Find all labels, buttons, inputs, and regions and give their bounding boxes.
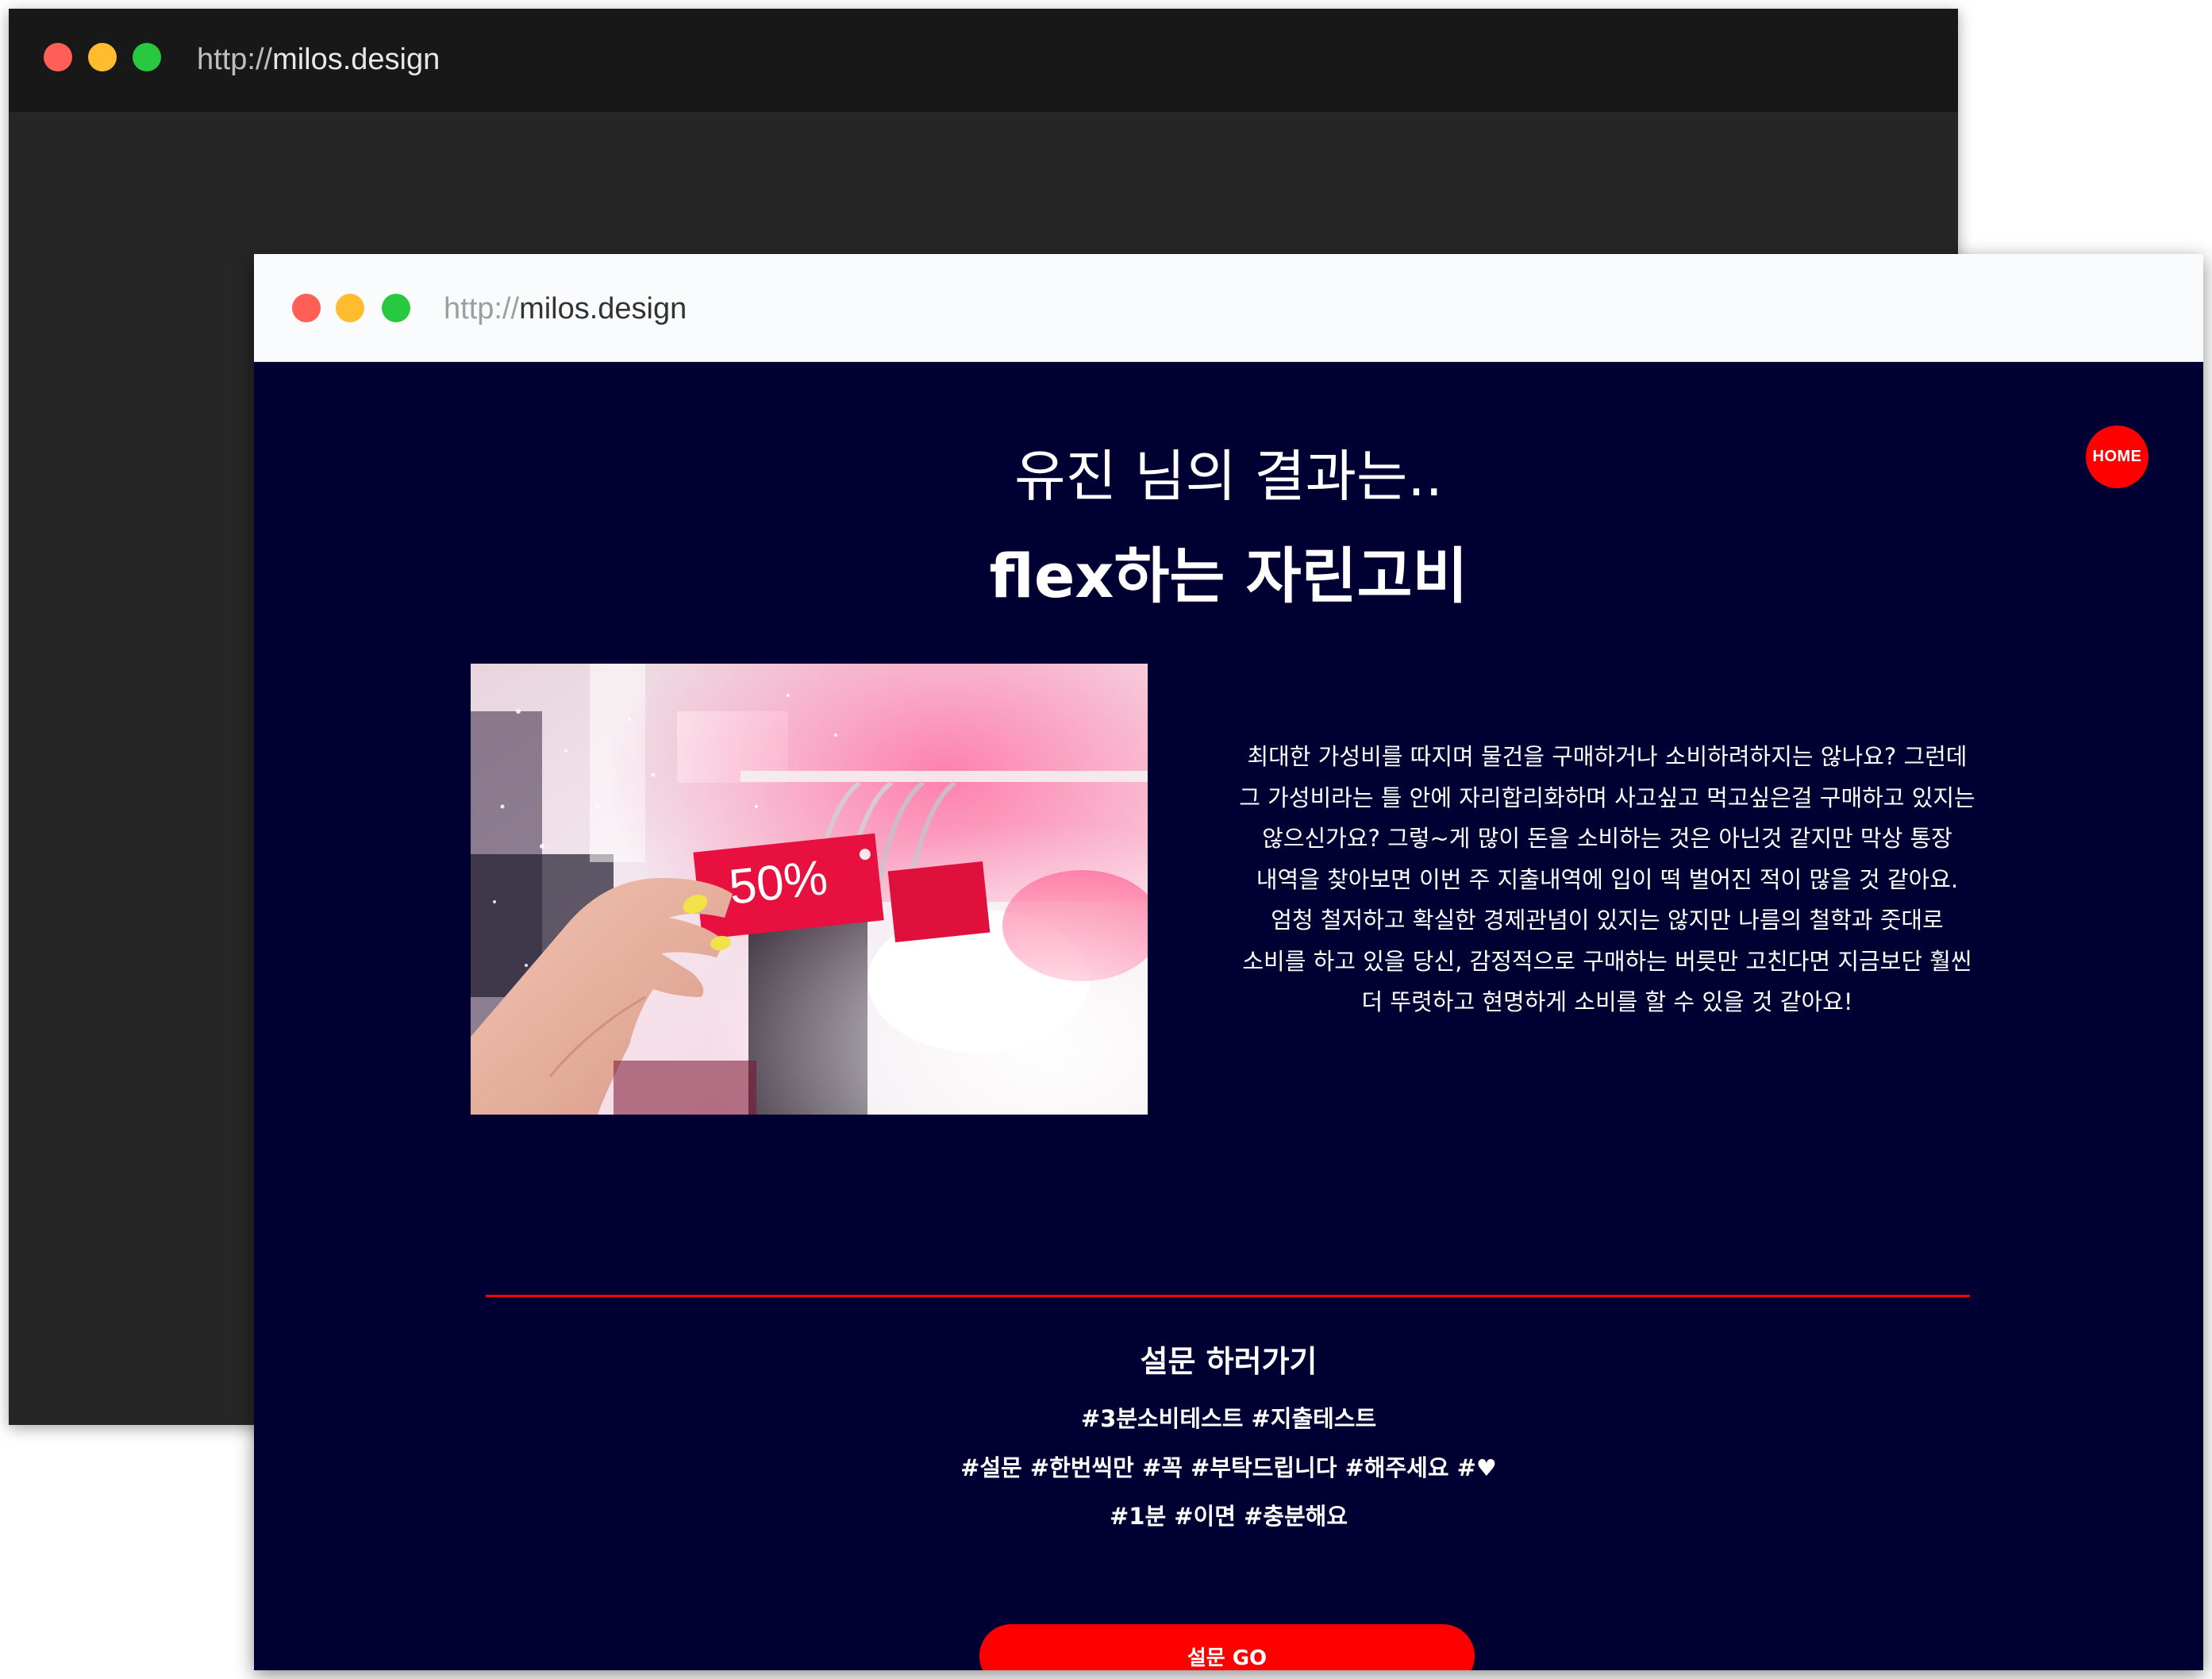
- description-line: 최대한 가성비를 따지며 물건을 구매하거나 소비하려하지는 않나요? 그런데: [1247, 743, 1968, 770]
- tag-percent-text: 50%: [726, 850, 830, 915]
- description-line: 않으신가요? 그렇~게 많이 돈을 소비하는 것은 아닌것 같지만 막상 통장: [1262, 825, 1952, 852]
- close-window-button[interactable]: [44, 43, 72, 71]
- description-line: 더 뚜렷하고 현명하게 소비를 할 수 있을 것 같아요!: [1361, 988, 1853, 1015]
- description-line: 엄청 철저하고 확실한 경제관념이 있지는 않지만 나름의 철학과 줏대로: [1271, 907, 1944, 934]
- maximize-window-button[interactable]: [382, 294, 410, 322]
- hashtag-line: #3분소비테스트 #지출테스트: [1080, 1405, 1377, 1432]
- minimize-window-button[interactable]: [88, 43, 117, 71]
- url-protocol: http://: [197, 43, 273, 76]
- maximize-window-button[interactable]: [133, 43, 161, 71]
- address-bar[interactable]: http://milos.design: [444, 292, 687, 326]
- close-window-button[interactable]: [292, 294, 321, 322]
- description-line: 그 가성비라는 틀 안에 자리합리화하며 사고싶고 먹고싶은걸 구매하고 있지는: [1239, 784, 1975, 811]
- result-intro-heading: 유진 님의 결과는..: [1014, 444, 1443, 509]
- hashtag-line: #1분 #이면 #충분해요: [1109, 1503, 1348, 1530]
- foreground-window-titlebar: http://milos.design: [254, 254, 2203, 362]
- foreground-browser-window: http://milos.design HOME 유진 님의 결과는.. fle…: [254, 254, 2203, 1670]
- url-protocol: http://: [444, 292, 520, 325]
- result-type-heading: flex하는 자린고비: [989, 541, 1468, 611]
- minimize-window-button[interactable]: [336, 294, 364, 322]
- hashtag-line: #설문 #한번씩만 #꼭 #부탁드립니다 #해주세요 #♥: [254, 1450, 2203, 1483]
- result-description: 최대한 가성비를 따지며 물건을 구매하거나 소비하려하지는 않나요? 그런데 …: [1202, 737, 2012, 1023]
- description-line: 내역을 찾아보면 이번 주 지출내역에 입이 떡 벌어진 적이 많을 것 같아요…: [1256, 865, 1959, 893]
- description-line: 소비를 하고 있을 당신, 감정적으로 구매하는 버릇만 고친다면 지금보단 훨…: [1242, 947, 1972, 975]
- sale-tag-photo: 50%: [471, 664, 1148, 1115]
- address-bar[interactable]: http://milos.design: [197, 43, 440, 77]
- section-divider: [486, 1295, 1970, 1297]
- background-window-titlebar: http://milos.design: [9, 9, 1958, 112]
- hashtag-text: #설문 #한번씩만 #꼭 #부탁드립니다 #해주세요 #: [960, 1454, 1476, 1481]
- survey-go-button[interactable]: 설문 GO: [979, 1624, 1475, 1670]
- url-host: milos.design: [519, 292, 687, 325]
- url-host: milos.design: [272, 43, 440, 76]
- result-page: HOME 유진 님의 결과는.. flex하는 자린고비 50% 최대한 가성비…: [254, 362, 2203, 1670]
- heart-icon: ♥: [1475, 1454, 1497, 1481]
- survey-section-title: 설문 하러가기: [1140, 1344, 1318, 1379]
